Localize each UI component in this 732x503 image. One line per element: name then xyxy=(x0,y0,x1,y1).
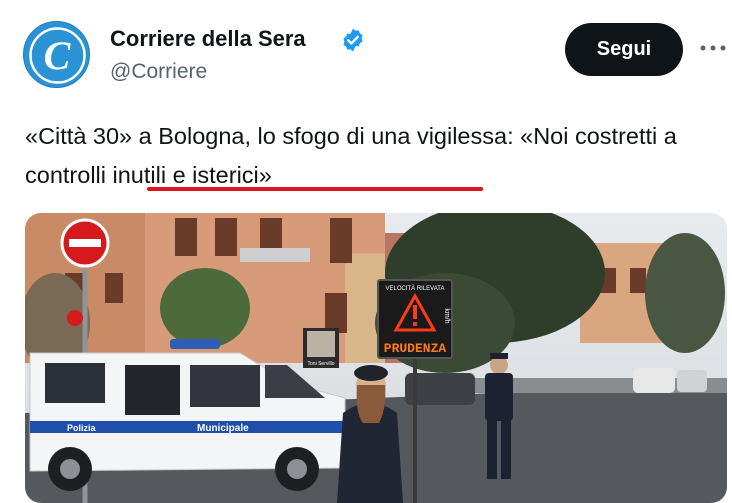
highlight-underline xyxy=(147,187,483,191)
verified-badge-icon xyxy=(343,28,363,52)
author-name[interactable]: Corriere della Sera xyxy=(110,26,306,52)
svg-text:PRUDENZA: PRUDENZA xyxy=(384,341,447,356)
svg-text:Polizia: Polizia xyxy=(67,423,97,433)
svg-text:Municipale: Municipale xyxy=(197,423,249,434)
svg-text:VELOCITÀ RILEVATA: VELOCITÀ RILEVATA xyxy=(385,285,444,292)
avatar[interactable]: C xyxy=(23,21,90,88)
tweet-text: «Città 30» a Bologna, lo sfogo di una vi… xyxy=(25,123,677,188)
svg-text:km/h: km/h xyxy=(443,308,450,323)
svg-text:Toni Servillo: Toni Servillo xyxy=(308,361,335,367)
corriere-logo-icon: C xyxy=(24,22,89,87)
tweet-photo[interactable]: Toni Servillo VELOCITÀ RILEVATA km/h PRU… xyxy=(25,213,727,503)
svg-text:C: C xyxy=(44,33,72,78)
author-handle[interactable]: @Corriere xyxy=(110,60,207,84)
more-options-icon[interactable] xyxy=(698,33,728,63)
follow-button[interactable]: Segui xyxy=(565,23,683,76)
